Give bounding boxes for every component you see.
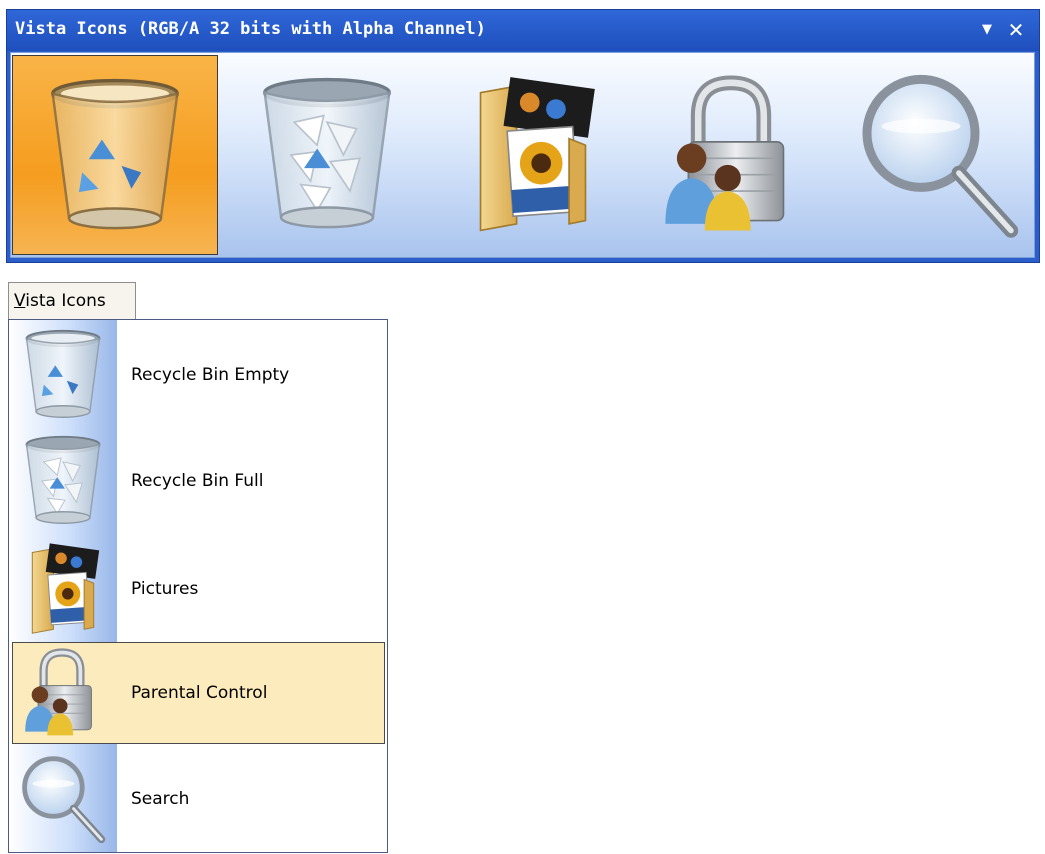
recycle-bin-full-icon [245, 59, 409, 251]
menu-item-label: Search [131, 789, 190, 809]
toolbar-strip [10, 52, 1035, 258]
toolbar-title-bar[interactable]: Vista Icons (RGB/A 32 bits with Alpha Ch… [7, 10, 1039, 51]
toolbar-title: Vista Icons (RGB/A 32 bits with Alpha Ch… [15, 19, 486, 39]
menu-tab-label: ista Icons [25, 291, 106, 311]
vista-icons-menu: Recycle Bin Empty Recycle Bin Full Pictu… [8, 319, 388, 853]
toolbar-button-parental-control[interactable] [629, 55, 835, 255]
menu-item-recycle-bin-full[interactable]: Recycle Bin Full [9, 428, 387, 534]
search-icon [15, 751, 111, 847]
toolbar-button-pictures[interactable] [431, 55, 637, 255]
parental-control-icon [649, 59, 813, 251]
menu-item-parental-control[interactable]: Parental Control [12, 642, 385, 744]
toolbar-window: Vista Icons (RGB/A 32 bits with Alpha Ch… [6, 9, 1040, 263]
menu-item-pictures[interactable]: Pictures [9, 536, 387, 642]
menu-tab-vista-icons[interactable]: Vista Icons [8, 282, 136, 320]
toolbar-button-search[interactable] [829, 55, 1035, 255]
menu-item-label: Parental Control [131, 683, 268, 703]
menu-item-search[interactable]: Search [9, 746, 387, 852]
pictures-folder-icon [15, 541, 111, 637]
menu-item-label: Pictures [131, 579, 199, 599]
recycle-bin-empty-icon [33, 60, 197, 252]
menu-item-label: Recycle Bin Empty [131, 365, 290, 385]
recycle-bin-empty-icon [15, 327, 111, 423]
toolbar-options-dropdown-icon[interactable]: ▼ [975, 16, 999, 44]
recycle-bin-full-icon [15, 433, 111, 529]
toolbar-button-recycle-bin-full[interactable] [225, 55, 431, 255]
toolbar-button-recycle-bin-empty[interactable] [12, 55, 218, 255]
close-icon[interactable]: ✕ [1004, 16, 1028, 44]
pictures-folder-icon [451, 59, 615, 251]
menu-tab-mnemonic: V [14, 291, 26, 311]
parental-control-icon [16, 647, 108, 739]
menu-item-label: Recycle Bin Full [131, 471, 264, 491]
menu-item-recycle-bin-empty[interactable]: Recycle Bin Empty [9, 322, 387, 428]
search-icon [849, 59, 1029, 251]
